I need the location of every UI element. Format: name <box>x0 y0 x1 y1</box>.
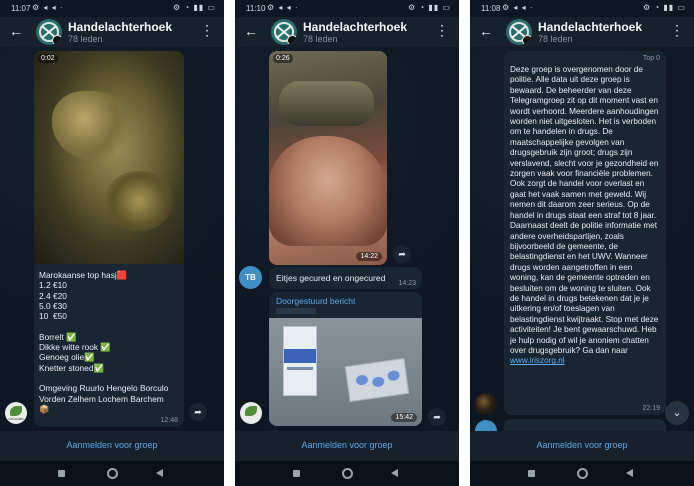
join-group-bar: Aanmelden voor groep <box>235 431 459 461</box>
group-avatar[interactable] <box>506 19 532 45</box>
android-nav-bar <box>235 461 459 486</box>
join-group-button[interactable]: Aanmelden voor groep <box>301 440 392 450</box>
home-icon[interactable] <box>577 468 588 479</box>
back-arrow-icon[interactable]: ← <box>244 23 258 39</box>
back-icon[interactable] <box>156 469 163 477</box>
iriszorg-link[interactable]: www.iriszorg.nl <box>510 356 565 365</box>
back-icon[interactable] <box>391 469 398 477</box>
next-message-bubble[interactable] <box>504 419 666 431</box>
join-group-button[interactable]: Aanmelden voor groep <box>66 440 157 450</box>
message-time: 22:19 <box>642 405 660 412</box>
phone-screen-3: 11:08 ⚙ ◂ ◂ · ⚙ ◔ ▮▮ ▭ ← Handelachterhoe… <box>470 0 694 486</box>
next-sender-avatar[interactable] <box>475 420 497 431</box>
status-bar: 11:07 ⚙ ◂ ◂ · ⚙ ◔ ▮▮ ▭ <box>0 0 224 17</box>
video-duration: 0:26 <box>273 54 293 63</box>
chat-title[interactable]: Handelachterhoek <box>68 20 172 34</box>
back-icon[interactable] <box>626 469 633 477</box>
home-icon[interactable] <box>342 468 353 479</box>
chat-title[interactable]: Handelachterhoek <box>538 20 642 34</box>
status-time: 11:10 <box>246 4 266 13</box>
android-nav-bar <box>0 461 224 486</box>
sender-avatar[interactable]: TB <box>239 266 262 289</box>
sender-avatar[interactable] <box>475 393 497 415</box>
share-icon[interactable]: ➦ <box>189 403 207 421</box>
system-icons: ⚙ ◔ ▮▮ ▭ <box>172 3 216 12</box>
share-icon[interactable]: ➦ <box>428 408 446 426</box>
recents-icon[interactable] <box>293 470 300 477</box>
phone-screen-1: 11:07 ⚙ ◂ ◂ · ⚙ ◔ ▮▮ ▭ ← Handelachterhoe… <box>0 0 224 486</box>
chat-header: ← Handelachterhoek 78 leden ⋮ <box>235 17 459 47</box>
video-thumbnail[interactable]: 0:26 14:22 <box>269 51 387 265</box>
sender-label: Top 0 <box>642 55 660 62</box>
more-vertical-icon[interactable]: ⋮ <box>200 22 214 39</box>
android-nav-bar <box>470 461 694 486</box>
notification-icons: ⚙ ◂ ◂ · <box>32 3 64 12</box>
forwarded-source-blurred <box>276 308 316 314</box>
notification-icons: ⚙ ◂ ◂ · <box>267 3 299 12</box>
status-bar: 11:08 ⚙ ◂ ◂ · ⚙ ◔ ▮▮ ▭ <box>470 0 694 17</box>
status-bar: 11:10 ⚙ ◂ ◂ · ⚙ ◔ ▮▮ ▭ <box>235 0 459 17</box>
recents-icon[interactable] <box>528 470 535 477</box>
sender-avatar[interactable]: CANNABIS <box>5 402 27 424</box>
group-avatar[interactable] <box>36 19 62 45</box>
message-text: Eitjes gecured en ongecured <box>276 273 386 283</box>
message-bubble[interactable]: Top 0 Deze groep is overgenomen door de … <box>504 51 666 415</box>
message-list: 0:26 14:22 ➦ TB Eitjes gecured en ongecu… <box>235 47 459 431</box>
chat-header: ← Handelachterhoek 78 leden ⋮ <box>0 17 224 47</box>
notification-icons: ⚙ ◂ ◂ · <box>502 3 534 12</box>
member-count: 78 leden <box>538 34 573 44</box>
message-bubble[interactable]: 0:02 Marokaanse top hasj🟥 1.2 €10 2.4 €2… <box>34 51 184 427</box>
photo-time: 15:42 <box>391 413 417 422</box>
message-text: Deze groep is overgenomen door de politi… <box>510 65 661 355</box>
message-text: Marokaanse top hasj🟥 1.2 €10 2.4 €20 5.0… <box>39 270 169 414</box>
status-time: 11:07 <box>11 4 31 13</box>
share-icon[interactable]: ➦ <box>393 245 411 263</box>
system-icons: ⚙ ◔ ▮▮ ▭ <box>407 3 451 12</box>
back-arrow-icon[interactable]: ← <box>479 23 493 39</box>
group-avatar[interactable] <box>271 19 297 45</box>
more-vertical-icon[interactable]: ⋮ <box>670 22 684 39</box>
chat-title[interactable]: Handelachterhoek <box>303 20 407 34</box>
message-body: Deze groep is overgenomen door de politi… <box>510 65 662 367</box>
home-icon[interactable] <box>107 468 118 479</box>
phone-screen-2: 11:10 ⚙ ◂ ◂ · ⚙ ◔ ▮▮ ▭ ← Handelachterhoe… <box>235 0 459 486</box>
back-arrow-icon[interactable]: ← <box>9 23 23 39</box>
message-bubble[interactable]: Eitjes gecured en ongecured 14:23 <box>269 267 422 289</box>
chevron-down-icon[interactable]: ⌄ <box>665 401 689 425</box>
forwarded-label[interactable]: Doorgestuurd bericht <box>276 296 355 306</box>
chat-header: ← Handelachterhoek 78 leden ⋮ <box>470 17 694 47</box>
video-duration: 0:02 <box>38 54 58 63</box>
join-group-button[interactable]: Aanmelden voor groep <box>536 440 627 450</box>
member-count: 78 leden <box>303 34 338 44</box>
message-time: 14:23 <box>398 280 416 287</box>
join-group-bar: Aanmelden voor groep <box>470 431 694 461</box>
recents-icon[interactable] <box>58 470 65 477</box>
message-list: 0:02 Marokaanse top hasj🟥 1.2 €10 2.4 €2… <box>0 47 224 431</box>
more-vertical-icon[interactable]: ⋮ <box>435 22 449 39</box>
member-count: 78 leden <box>68 34 103 44</box>
message-list: Top 0 Deze groep is overgenomen door de … <box>470 47 694 431</box>
video-message[interactable]: 0:26 14:22 <box>269 51 387 265</box>
sender-avatar[interactable] <box>240 402 262 424</box>
video-thumbnail[interactable]: 0:02 <box>34 51 184 264</box>
status-time: 11:08 <box>481 4 501 13</box>
forwarded-message[interactable]: Doorgestuurd bericht 15:42 <box>269 292 422 426</box>
join-group-bar: Aanmelden voor groep <box>0 431 224 461</box>
system-icons: ⚙ ◔ ▮▮ ▭ <box>642 3 686 12</box>
video-time: 14:22 <box>356 252 382 261</box>
message-time: 12:48 <box>160 417 178 424</box>
photo[interactable]: 15:42 <box>269 318 422 426</box>
